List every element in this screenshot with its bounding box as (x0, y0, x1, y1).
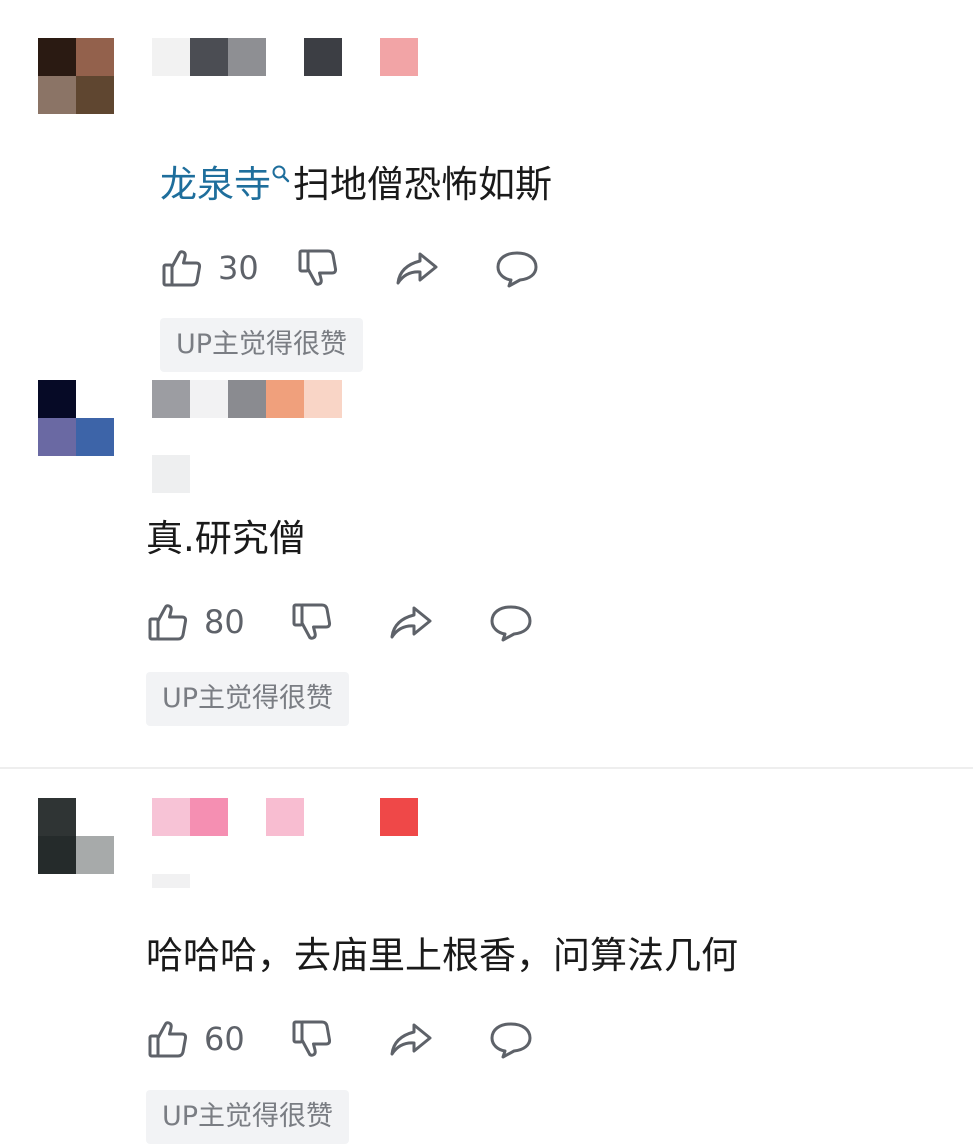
blur-block (304, 38, 342, 76)
up-liked-badge: UP主觉得很赞 (146, 1090, 350, 1144)
username-blurred[interactable] (152, 380, 342, 418)
share-button[interactable] (394, 246, 440, 290)
dislike-button[interactable] (296, 246, 340, 290)
blur-block (228, 38, 266, 76)
reply-icon (490, 1022, 532, 1059)
like-count: 30 (218, 249, 259, 287)
blur-block (266, 798, 304, 836)
meta-blurred (152, 874, 190, 888)
dislike-button[interactable] (290, 600, 334, 644)
blur-block (228, 380, 266, 418)
up-liked-badge: UP主觉得很赞 (146, 672, 350, 726)
like-button[interactable]: 30 (160, 246, 278, 290)
blur-block (152, 38, 190, 76)
blur-block (266, 38, 304, 76)
share-button[interactable] (388, 1017, 434, 1061)
avatar-pixel (38, 418, 76, 456)
reply-button[interactable] (494, 246, 540, 290)
comment-actions: 60 (146, 1014, 534, 1064)
reply-icon (496, 251, 538, 288)
blur-block (152, 380, 190, 418)
avatar-pixel (76, 76, 114, 114)
keyword-label: 龙泉寺 (160, 163, 271, 206)
avatar-pixel (38, 38, 76, 76)
comment-body: 扫地僧恐怖如斯 (293, 163, 552, 206)
share-icon (390, 606, 432, 639)
comment-actions: 80 (146, 597, 534, 647)
avatar[interactable] (38, 798, 114, 874)
avatar-pixel (76, 380, 114, 418)
blur-block (304, 798, 342, 836)
comment-text: 真.研究僧 (146, 516, 306, 562)
like-button[interactable]: 60 (146, 1017, 264, 1061)
search-icon (272, 165, 290, 183)
blur-block (152, 874, 190, 888)
comment-actions: 30 (160, 243, 540, 293)
like-count: 80 (204, 603, 245, 641)
thumbs-up-icon (148, 604, 188, 641)
username-blurred[interactable] (152, 798, 418, 836)
avatar-pixel (76, 798, 114, 836)
thumbs-down-icon (298, 249, 338, 286)
blur-block (342, 798, 380, 836)
blur-block (190, 38, 228, 76)
blur-block (380, 798, 418, 836)
avatar-pixel (38, 836, 76, 874)
username-blurred[interactable] (152, 38, 418, 76)
reply-button[interactable] (488, 600, 534, 644)
blur-block (190, 798, 228, 836)
comment-divider (0, 767, 973, 769)
thumbs-down-icon (292, 1020, 332, 1057)
comment-body: 真.研究僧 (146, 517, 306, 560)
blur-block (152, 798, 190, 836)
up-liked-badge: UP主觉得很赞 (160, 318, 364, 372)
blur-block (228, 798, 266, 836)
avatar-pixel (38, 380, 76, 418)
share-icon (390, 1023, 432, 1056)
blur-block (266, 380, 304, 418)
like-count: 60 (204, 1020, 245, 1058)
dislike-button[interactable] (290, 1017, 334, 1061)
avatar-pixel (76, 38, 114, 76)
thumbs-up-icon (148, 1021, 188, 1058)
comment-text: 龙泉寺 扫地僧恐怖如斯 (160, 162, 552, 208)
avatar-pixel (38, 798, 76, 836)
reply-icon (490, 605, 532, 642)
share-button[interactable] (388, 600, 434, 644)
blur-block (342, 38, 380, 76)
avatar-pixel (76, 418, 114, 456)
blur-block (190, 380, 228, 418)
avatar-pixel (76, 836, 114, 874)
avatar[interactable] (38, 38, 114, 114)
thumbs-down-icon (292, 603, 332, 640)
reply-button[interactable] (488, 1017, 534, 1061)
meta-blurred (152, 455, 190, 493)
like-button[interactable]: 80 (146, 600, 264, 644)
avatar[interactable] (38, 380, 114, 456)
comment-body: 哈哈哈，去庙里上根香，问算法几何 (146, 934, 738, 977)
share-icon (396, 252, 438, 285)
avatar-pixel (38, 76, 76, 114)
blur-block (380, 38, 418, 76)
blur-block (304, 380, 342, 418)
blur-block (152, 455, 190, 493)
keyword-search-link[interactable]: 龙泉寺 (160, 163, 293, 206)
thumbs-up-icon (162, 250, 202, 287)
comment-text: 哈哈哈，去庙里上根香，问算法几何 (146, 933, 738, 979)
